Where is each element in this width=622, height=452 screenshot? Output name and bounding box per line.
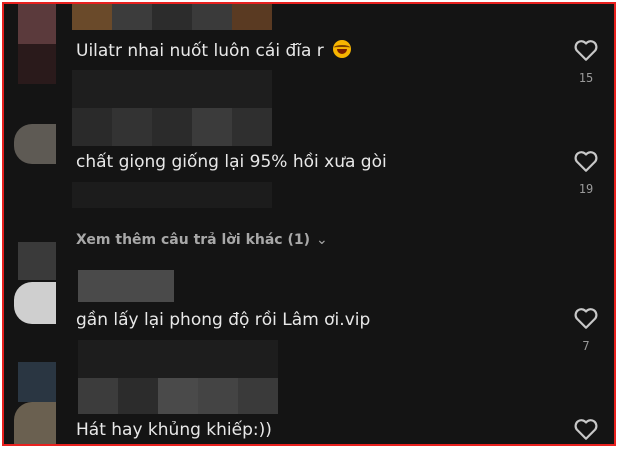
username-blurred bbox=[112, 108, 152, 146]
reply-meta-blurred bbox=[78, 340, 278, 378]
username-blurred bbox=[118, 378, 158, 414]
username-blurred bbox=[198, 378, 238, 414]
username-blurred bbox=[152, 108, 192, 146]
heart-icon[interactable] bbox=[573, 306, 599, 330]
avatar[interactable] bbox=[14, 124, 56, 164]
chevron-down-icon: ⌄ bbox=[316, 232, 328, 248]
heart-icon[interactable] bbox=[573, 149, 599, 173]
comment-text: chất giọng giống lại 95% hồi xưa gòi bbox=[76, 152, 387, 172]
username-blurred bbox=[192, 108, 232, 146]
username-blurred bbox=[152, 4, 192, 30]
laughing-tears-emoji-icon bbox=[333, 40, 352, 58]
comment-text: Uilatr nhai nuốt luôn cái đĩa r bbox=[76, 40, 352, 61]
reply-meta-blurred bbox=[72, 70, 272, 108]
username-blurred bbox=[232, 4, 272, 30]
heart-icon[interactable] bbox=[573, 417, 599, 441]
view-more-replies-label: Xem thêm câu trả lời khác (1) bbox=[76, 232, 311, 248]
avatar[interactable] bbox=[18, 242, 56, 280]
comments-panel: Uilatr nhai nuốt luôn cái đĩa r 15 chất … bbox=[2, 2, 616, 446]
username-blurred bbox=[72, 4, 112, 30]
avatar bbox=[18, 44, 56, 84]
avatar[interactable] bbox=[18, 362, 56, 402]
like-count: 19 bbox=[578, 182, 594, 196]
reply-meta-blurred bbox=[72, 182, 272, 208]
like-count: 15 bbox=[578, 71, 594, 85]
avatar bbox=[14, 402, 56, 444]
username-blurred bbox=[232, 108, 272, 146]
comment-text: Hát hay khủng khiếp:)) bbox=[76, 420, 272, 440]
avatar[interactable] bbox=[18, 4, 56, 44]
view-more-replies-button[interactable]: Xem thêm câu trả lời khác (1) ⌄ bbox=[76, 232, 328, 248]
comment-text: gần lấy lại phong độ rồi Lâm ơi.vip bbox=[76, 310, 371, 330]
username-blurred bbox=[192, 4, 232, 30]
like-count: 7 bbox=[582, 339, 590, 353]
comment-body: Uilatr nhai nuốt luôn cái đĩa r bbox=[76, 41, 324, 61]
username-blurred bbox=[78, 378, 118, 414]
heart-icon[interactable] bbox=[573, 38, 599, 62]
username-blurred bbox=[158, 378, 198, 414]
username-blurred bbox=[72, 108, 112, 146]
username-blurred bbox=[78, 270, 174, 302]
username-blurred bbox=[112, 4, 152, 30]
username-blurred bbox=[238, 378, 278, 414]
avatar bbox=[14, 282, 56, 324]
